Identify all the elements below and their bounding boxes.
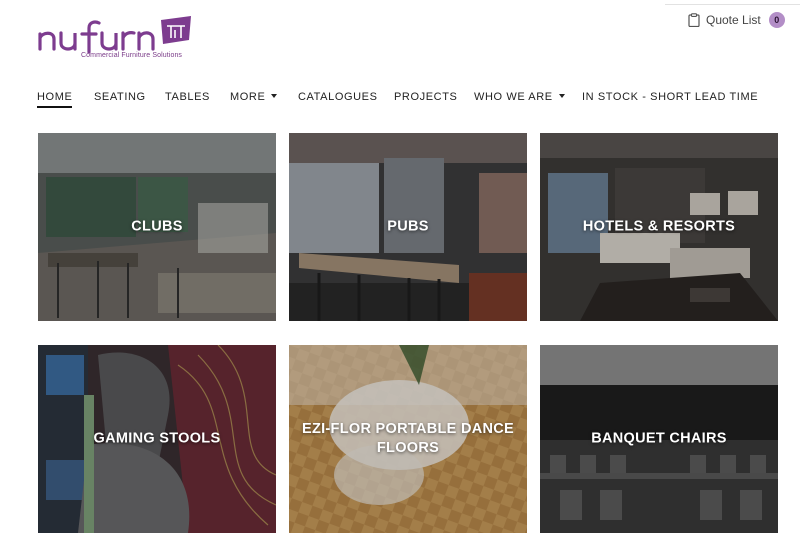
brand-tagline: Commercial Furniture Solutions	[81, 52, 183, 59]
tile-label: HOTELS & RESORTS	[582, 218, 736, 235]
nav-in-stock-label: IN STOCK - SHORT LEAD TIME	[582, 91, 759, 103]
chevron-down-icon	[558, 94, 565, 99]
tile-label: PUBS	[387, 218, 429, 235]
chevron-down-icon	[271, 94, 278, 99]
top-divider	[665, 4, 800, 5]
nav-seating-label: SEATING	[94, 91, 146, 103]
main-nav: HOME SEATING TABLES MORE CATALOGUES PROJ…	[0, 89, 800, 109]
quote-count-badge: 0	[768, 12, 785, 28]
tile-label: EZI-FLOR PORTABLE DANCE FLOORS	[301, 421, 515, 456]
nav-catalogues[interactable]: CATALOGUES	[298, 89, 378, 105]
nav-seating[interactable]: SEATING	[94, 89, 146, 105]
quote-list-link[interactable]: Quote List 0	[688, 11, 785, 29]
clipboard-icon	[688, 13, 700, 27]
category-tile-clubs[interactable]: CLUBS	[38, 133, 276, 321]
category-tile-gaming-stools[interactable]: GAMING STOOLS	[38, 345, 276, 533]
category-tile-hotels-resorts[interactable]: HOTELS & RESORTS	[540, 133, 778, 321]
category-tile-banquet-chairs[interactable]: BANQUET CHAIRS	[540, 345, 778, 533]
nav-more[interactable]: MORE	[230, 89, 278, 105]
nav-who-we-are-label: WHO WE ARE	[474, 91, 553, 103]
nav-catalogues-label: CATALOGUES	[298, 91, 378, 103]
category-tile-ezi-flor-dance-floors[interactable]: EZI-FLOR PORTABLE DANCE FLOORS	[289, 345, 527, 533]
tile-label: GAMING STOOLS	[93, 430, 221, 447]
nav-tables-label: TABLES	[165, 91, 210, 103]
tile-label: CLUBS	[131, 218, 183, 235]
quote-list-label: Quote List	[706, 13, 761, 27]
nav-projects[interactable]: PROJECTS	[394, 89, 457, 105]
category-tile-pubs[interactable]: PUBS	[289, 133, 527, 321]
nav-more-label: MORE	[230, 91, 266, 103]
nav-who-we-are[interactable]: WHO WE ARE	[474, 89, 565, 105]
tile-label: BANQUET CHAIRS	[591, 430, 727, 447]
nav-home-label: HOME	[37, 91, 73, 103]
nav-projects-label: PROJECTS	[394, 91, 458, 103]
nav-tables[interactable]: TABLES	[165, 89, 210, 105]
nav-in-stock[interactable]: IN STOCK - SHORT LEAD TIME	[582, 89, 758, 105]
nav-home[interactable]: HOME	[37, 89, 73, 108]
